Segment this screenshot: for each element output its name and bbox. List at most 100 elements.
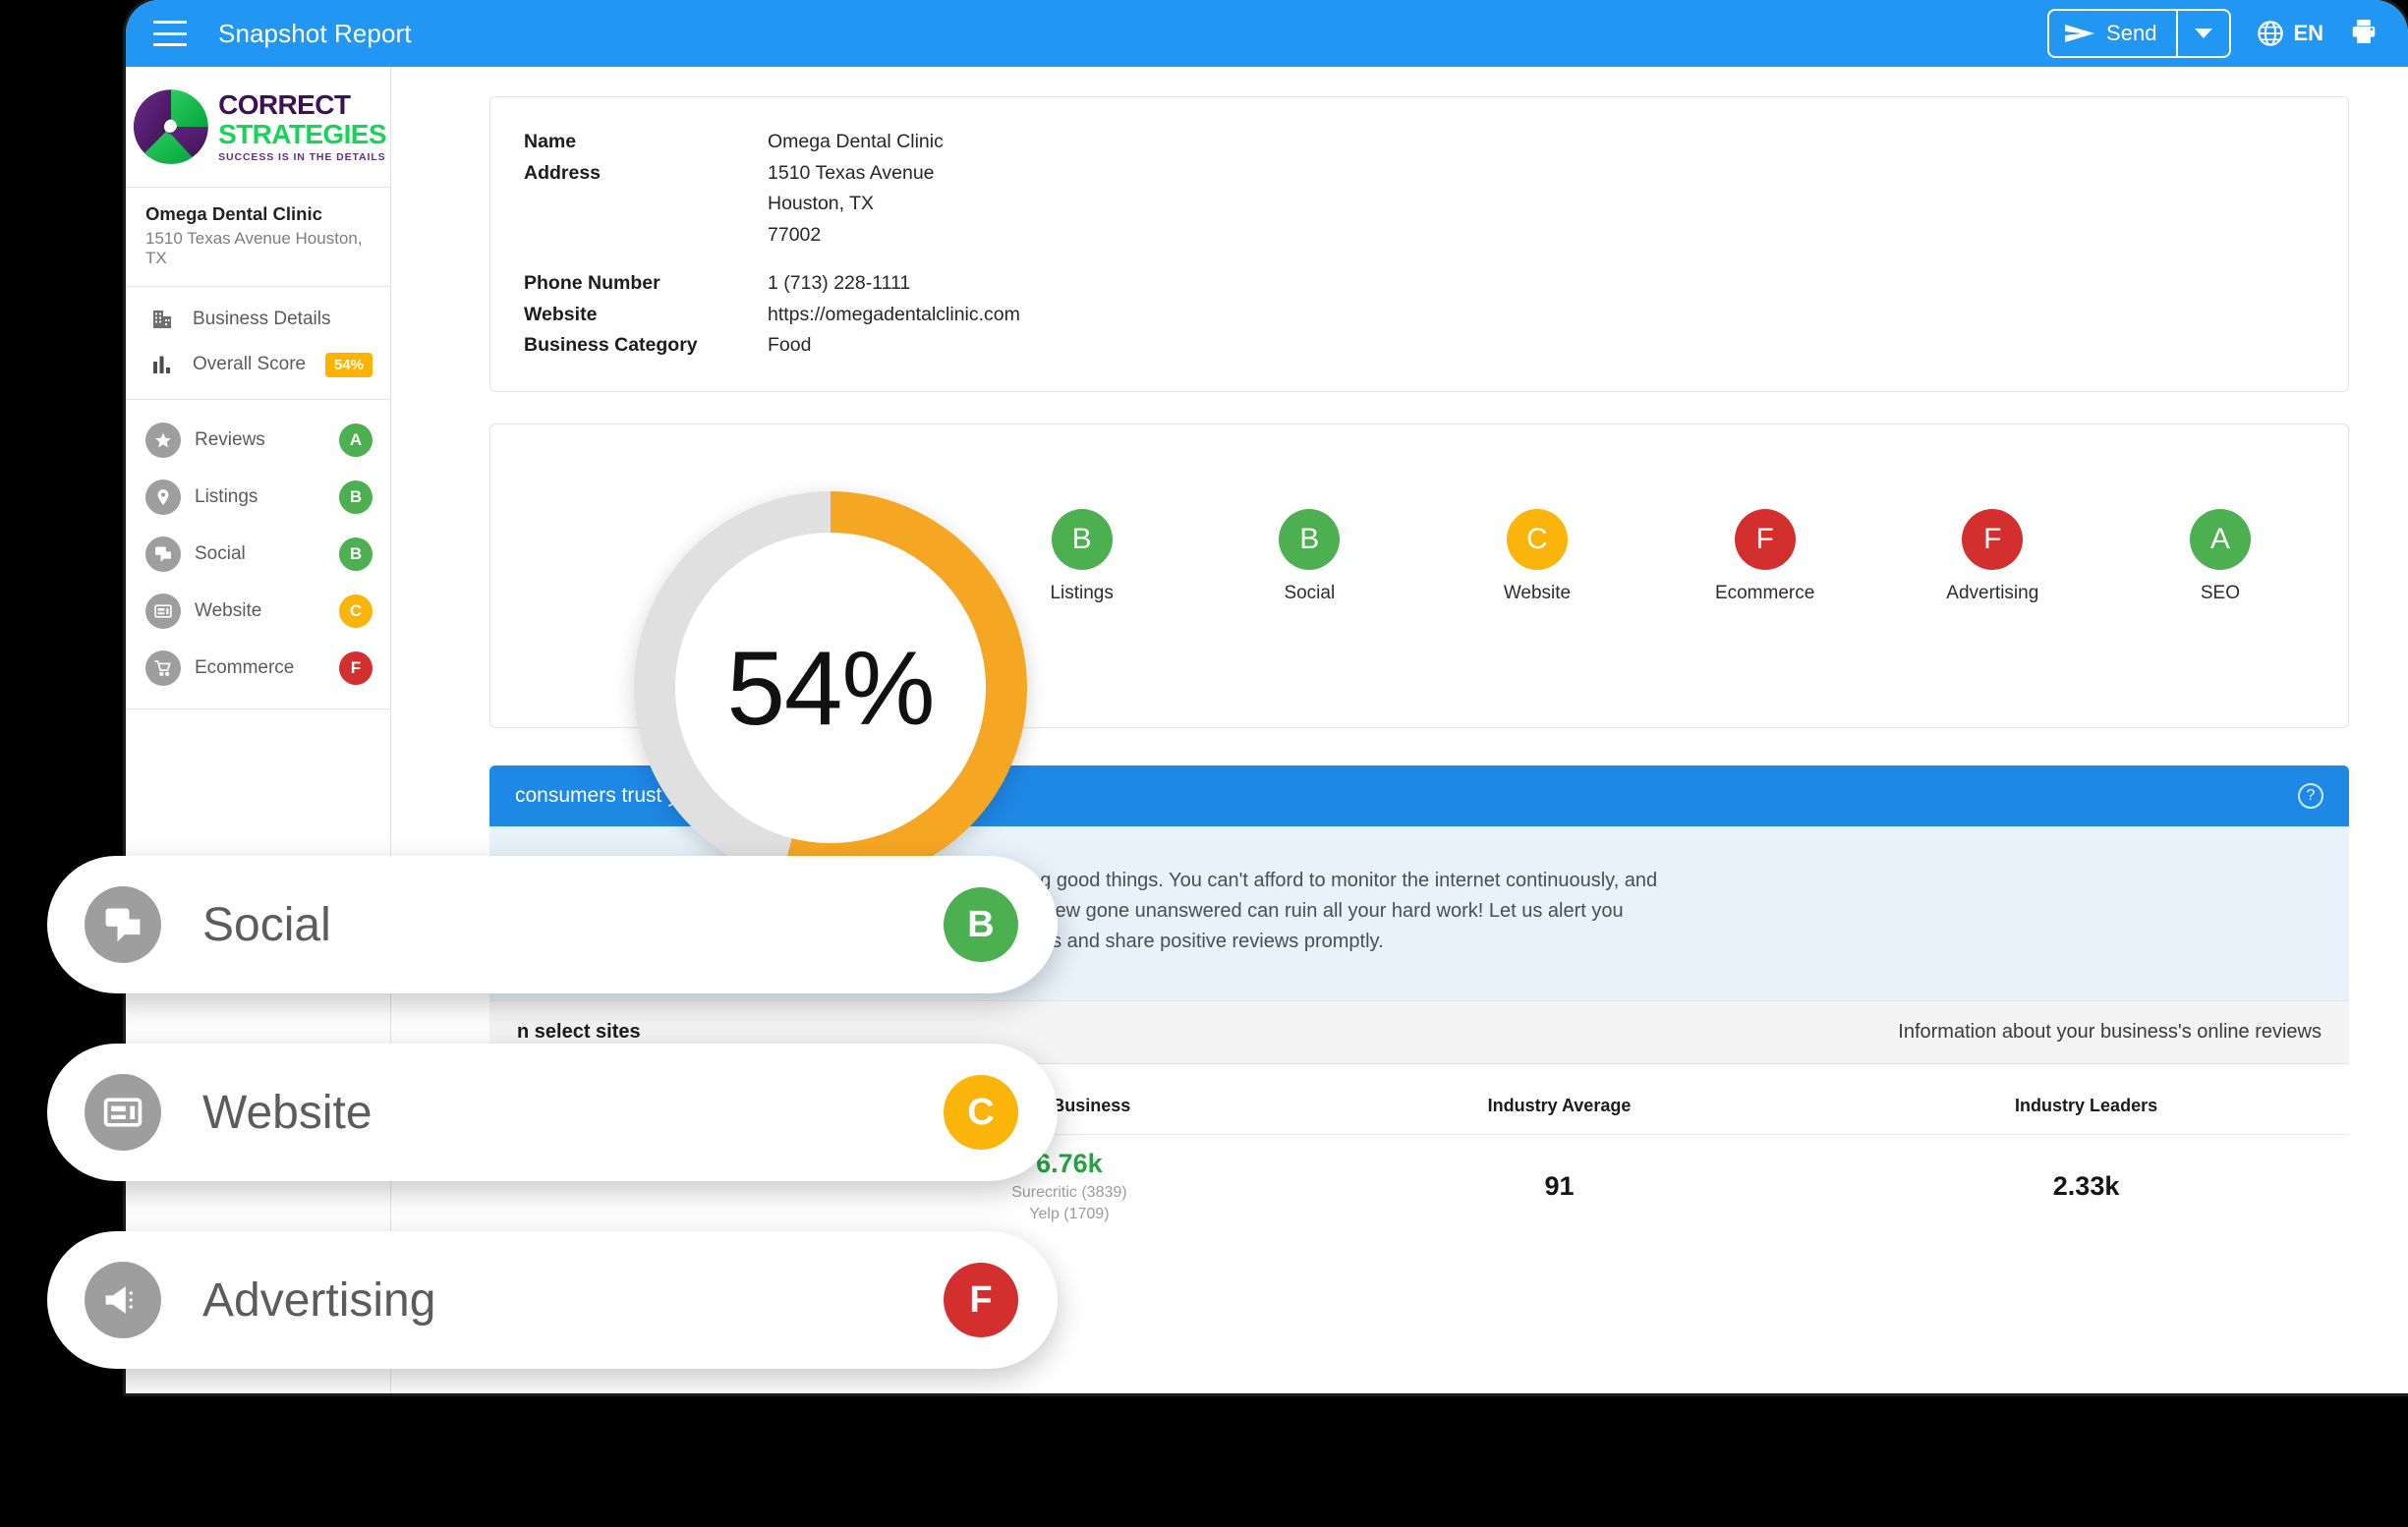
send-button[interactable]: Send	[2049, 11, 2176, 56]
brand-logo: CORRECT STRATEGIES SUCCESS IS IN THE DET…	[126, 67, 390, 187]
sidebar-item-website[interactable]: Website C	[126, 583, 390, 640]
business-name: Omega Dental Clinic	[145, 203, 322, 224]
grade-label: Ecommerce	[1714, 583, 1815, 604]
grade-col-advertising: F Advertising	[1923, 509, 2061, 604]
megaphone-icon	[85, 1262, 161, 1338]
web-layout-icon	[85, 1074, 161, 1151]
sidebar-item-label: Business Details	[193, 309, 331, 329]
send-button-label: Send	[2106, 21, 2157, 45]
business-info-card: Name Omega Dental Clinic Address 1510 Te…	[489, 96, 2349, 393]
language-label: EN	[2293, 21, 2323, 45]
info-row-name: Name Omega Dental Clinic	[524, 127, 2348, 158]
info-key: Address	[524, 161, 602, 184]
send-button-group[interactable]: Send	[2047, 9, 2232, 58]
cell-industry-leaders: 2.33k	[1823, 1134, 2349, 1239]
info-value: Food	[768, 334, 812, 357]
chevron-down-icon	[2195, 28, 2213, 38]
star-icon	[145, 423, 181, 458]
info-key: Business Category	[524, 334, 698, 357]
info-row-category: Business Category Food	[524, 330, 2348, 362]
cell-value: 2.33k	[2052, 1171, 2120, 1202]
reviews-table-header-right: Information about your business's online…	[1898, 1021, 2322, 1044]
sidebar-item-listings[interactable]: Listings B	[126, 469, 390, 526]
overall-score-donut-chart: 54%	[634, 491, 1027, 884]
info-row-website: Website https://omegadentalclinic.com	[524, 300, 2348, 331]
sidebar-item-label: Reviews	[195, 429, 265, 450]
overlay-card-grade: F	[944, 1263, 1018, 1337]
language-selector[interactable]: EN	[2257, 20, 2323, 47]
grade-col-seo: A SEO	[2151, 509, 2289, 604]
info-row-phone: Phone Number 1 (713) 228-1111	[524, 268, 2348, 300]
grade-badge: F	[1734, 509, 1796, 571]
info-key: Website	[524, 303, 598, 325]
sidebar-item-social[interactable]: Social B	[126, 526, 390, 583]
grade-badge: A	[2189, 509, 2251, 571]
question-mark-icon[interactable]: ?	[2298, 783, 2323, 810]
overlay-card-social[interactable]: Social B	[47, 856, 1058, 993]
overlay-card-advertising[interactable]: Advertising F	[47, 1231, 1058, 1369]
info-value: Omega Dental Clinic	[768, 131, 944, 152]
grade-col-ecommerce: F Ecommerce	[1696, 509, 1834, 604]
cell-value: 91	[1544, 1171, 1575, 1202]
sidebar-item-label: Website	[195, 600, 262, 621]
send-dropdown-button[interactable]	[2178, 11, 2229, 56]
sidebar-item-reviews[interactable]: Reviews A	[126, 412, 390, 469]
column-header-industry-leaders: Industry Leaders	[2015, 1096, 2158, 1116]
info-key: Phone Number	[524, 272, 660, 295]
grade-label: SEO	[2200, 583, 2240, 604]
business-address: 1510 Texas Avenue Houston, TX	[145, 229, 363, 267]
cell-industry-average: 91	[1294, 1134, 1824, 1239]
grade-col-website: C Website	[1468, 509, 1606, 604]
overall-score-value: 54%	[726, 629, 935, 747]
info-value: 1 (713) 228-1111	[768, 272, 911, 295]
grade-label: Website	[1503, 583, 1572, 604]
reviews-table-header-left: n select sites	[517, 1021, 641, 1044]
sidebar: CORRECT STRATEGIES SUCCESS IS IN THE DET…	[126, 67, 391, 1393]
chat-bubble-icon	[85, 886, 161, 963]
correct-strategies-swoosh-logo	[133, 89, 208, 164]
chat-bubble-icon	[145, 537, 181, 572]
status-badge: B	[339, 537, 373, 571]
sidebar-nav-primary: Business Details Overall Score 54%	[126, 287, 390, 400]
cell-subvalue: Surecritic (3839) Yelp (1709)	[1011, 1184, 1127, 1222]
sidebar-nav-sections: Reviews A Listings B Social B Website C …	[126, 400, 390, 709]
printer-icon	[2352, 19, 2376, 43]
print-button[interactable]	[2349, 17, 2379, 51]
business-summary: Omega Dental Clinic 1510 Texas Avenue Ho…	[126, 187, 390, 287]
status-badge: C	[339, 594, 373, 628]
hamburger-icon[interactable]	[153, 21, 187, 46]
grade-badge: B	[1051, 509, 1113, 571]
overlay-card-website[interactable]: Website C	[47, 1044, 1058, 1181]
sidebar-item-label: Overall Score	[193, 354, 307, 374]
logo-tagline: SUCCESS IS IN THE DETAILS	[218, 150, 386, 163]
status-badge: B	[339, 481, 373, 514]
tablet-window: Snapshot Report Send EN CORRECT STRATEGI…	[126, 0, 2408, 1393]
grade-badge: F	[1962, 509, 2024, 571]
grade-label: Listings	[1050, 583, 1114, 604]
status-badge: F	[339, 651, 373, 685]
send-paper-plane-icon	[2065, 25, 2095, 42]
shopping-cart-icon	[145, 650, 181, 686]
logo-line-2: STRATEGIES	[218, 118, 386, 149]
web-layout-icon	[145, 594, 181, 629]
info-row-address: Address 1510 Texas Avenue Houston, TX 77…	[524, 158, 2348, 252]
grade-col-listings: B Listings	[1013, 509, 1151, 604]
overlay-card-grade: B	[944, 887, 1018, 962]
map-pin-icon	[145, 480, 181, 515]
sidebar-item-business-details[interactable]: Business Details	[126, 297, 390, 342]
grade-label: Social	[1284, 583, 1336, 604]
sidebar-item-label: Ecommerce	[195, 657, 295, 678]
grade-col-social: B Social	[1240, 509, 1378, 604]
column-header-industry-average: Industry Average	[1487, 1096, 1632, 1116]
sidebar-item-overall-score[interactable]: Overall Score 54%	[126, 342, 390, 387]
info-value: https://omegadentalclinic.com	[768, 303, 1020, 325]
overall-score-badge: 54%	[324, 352, 373, 377]
bar-chart-icon	[145, 353, 179, 376]
overlay-card-grade: C	[944, 1075, 1018, 1150]
sidebar-item-ecommerce[interactable]: Ecommerce F	[126, 640, 390, 697]
sidebar-item-label: Listings	[195, 486, 258, 507]
app-bar-actions: Send EN	[2047, 9, 2408, 58]
overlay-card-label: Advertising	[202, 1273, 436, 1327]
overlay-card-label: Website	[202, 1086, 373, 1139]
logo-line-1: CORRECT	[218, 88, 351, 120]
